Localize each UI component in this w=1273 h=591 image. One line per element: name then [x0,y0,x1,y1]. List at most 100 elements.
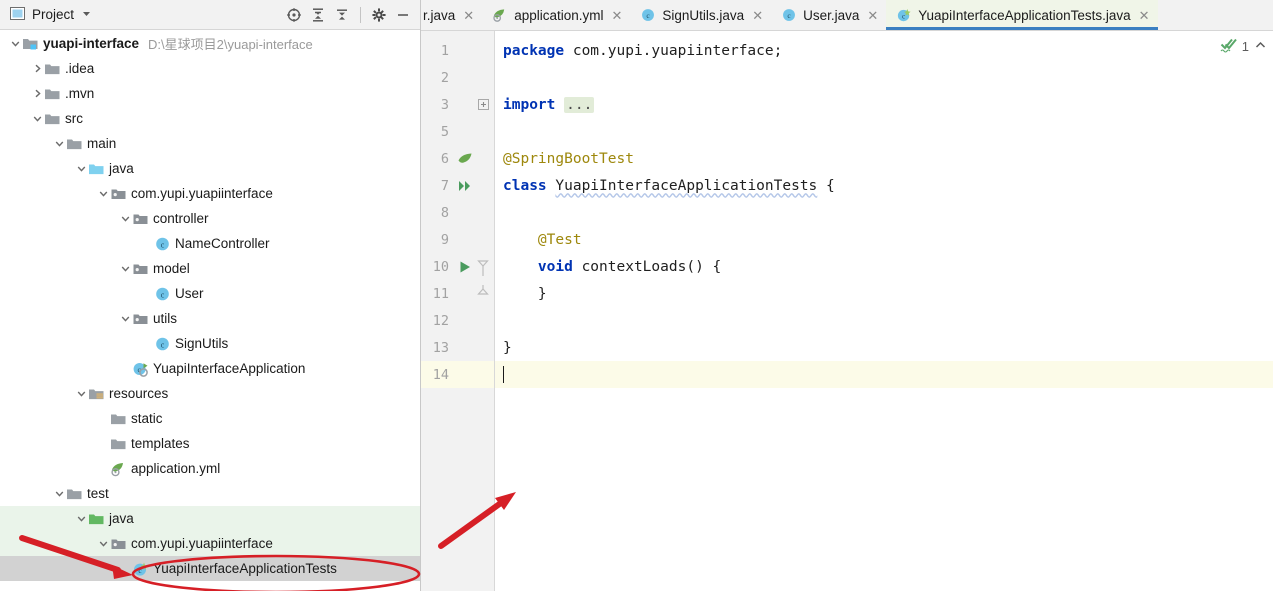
code-line-14[interactable] [495,361,1273,388]
tree-node-utils[interactable]: utils [0,306,420,331]
code-token: @Test [503,231,582,248]
chevron-down-icon[interactable] [52,487,66,501]
tree-node-label: User [175,286,204,301]
gutter-line-5[interactable]: 5 [421,118,494,145]
tree-node-com-yupi-yuapiinterface[interactable]: com.yupi.yuapiinterface [0,531,420,556]
tree-node-idea[interactable]: .idea [0,56,420,81]
close-icon[interactable]: ✕ [752,9,763,22]
chevron-up-icon[interactable] [1254,39,1267,55]
gutter-line-8[interactable]: 8 [421,199,494,226]
gutter-line-7[interactable]: 7 [421,172,494,199]
gutter-line-12[interactable]: 12 [421,307,494,334]
gutter-line-9[interactable]: 9 [421,226,494,253]
fold-region-end-icon[interactable] [476,284,490,303]
code-line-10[interactable]: void contextLoads() { [495,253,1273,280]
chevron-down-icon[interactable] [30,112,44,126]
tree-node-templates[interactable]: templates [0,431,420,456]
tree-node-label: model [153,261,190,276]
tree-node-src[interactable]: src [0,106,420,131]
gutter-line-3[interactable]: 3 [421,91,494,118]
tree-node-user[interactable]: c User [0,281,420,306]
chevron-down-icon[interactable] [96,187,110,201]
tree-node-static[interactable]: static [0,406,420,431]
gutter-line-2[interactable]: 2 [421,64,494,91]
gutter-line-11[interactable]: 11 [421,280,494,307]
gutter-line-14[interactable]: 14 [421,361,494,388]
chevron-right-icon[interactable] [30,87,44,101]
fold-expand-icon[interactable] [476,96,490,114]
tree-node-signutils[interactable]: c SignUtils [0,331,420,356]
tree-node-mvn[interactable]: .mvn [0,81,420,106]
tree-node-application-yml[interactable]: application.yml [0,456,420,481]
collapse-all-icon[interactable] [331,4,353,26]
close-icon[interactable]: ✕ [1139,9,1150,22]
gutter-line-6[interactable]: 6 [421,145,494,172]
run-test-icon[interactable] [455,258,475,276]
code-area[interactable]: 1 package com.yupi.yuapiinterface; import… [495,31,1273,591]
code-line-2[interactable] [495,64,1273,91]
tree-node-label: application.yml [131,461,221,476]
close-icon[interactable]: ✕ [611,9,622,22]
project-panel-title-group[interactable]: Project [10,6,92,24]
tree-node-com-yupi-yuapiinterface[interactable]: com.yupi.yuapiinterface [0,181,420,206]
locate-icon[interactable] [283,4,305,26]
tree-node-yuapi-interface[interactable]: yuapi-interface D:\星球项目2\yuapi-interface [0,31,420,56]
run-all-tests-icon[interactable] [455,177,475,195]
editor-tab-bar[interactable]: r.java ✕ application.yml ✕ c SignUtils.java ✕ c… [421,0,1273,31]
tree-node-java[interactable]: java [0,156,420,181]
code-line-1[interactable]: package com.yupi.yuapiinterface; [495,37,1273,64]
tree-node-main[interactable]: main [0,131,420,156]
tree-node-controller[interactable]: controller [0,206,420,231]
chevron-down-icon[interactable] [118,312,132,326]
chevron-down-icon[interactable] [118,212,132,226]
spring-leaf-icon[interactable] [455,150,475,168]
chevron-down-icon[interactable] [118,262,132,276]
editor-tab-application-yml[interactable]: application.yml ✕ [482,0,630,30]
tree-node-namecontroller[interactable]: c NameController [0,231,420,256]
tree-node-yuapiinterfaceapplication[interactable]: c YuapiInterfaceApplication [0,356,420,381]
chevron-right-icon[interactable] [30,62,44,76]
code-line-9[interactable]: @Test [495,226,1273,253]
test-class-icon: c [132,561,149,577]
chevron-down-icon[interactable] [8,37,22,51]
tree-node-model[interactable]: model [0,256,420,281]
editor-tab-yuapiinterfaceapplicationtests-java[interactable]: c YuapiInterfaceApplicationTests.java ✕ [886,0,1158,30]
tree-node-resources[interactable]: resources [0,381,420,406]
code-line-7[interactable]: class YuapiInterfaceApplicationTests { [495,172,1273,199]
code-line-13[interactable]: } [495,334,1273,361]
code-line-8[interactable] [495,199,1273,226]
tree-node-java[interactable]: java [0,506,420,531]
editor-gutter[interactable]: 1 2 3 5 6 7 8 9 10 11 12 13 14 [421,31,495,591]
close-icon[interactable]: ✕ [867,9,878,22]
fold-region-start-icon[interactable] [476,258,490,276]
project-tree[interactable]: yuapi-interface D:\星球项目2\yuapi-interface.… [0,30,420,591]
chevron-down-icon[interactable] [74,387,88,401]
minimize-icon[interactable] [392,4,414,26]
code-line-12[interactable] [495,307,1273,334]
tree-node-yuapiinterfaceapplicationtests[interactable]: c YuapiInterfaceApplicationTests [0,556,420,581]
chevron-down-icon[interactable] [52,137,66,151]
code-token: () { [686,258,722,275]
chevron-down-icon[interactable] [81,7,92,22]
chevron-down-icon[interactable] [74,512,88,526]
editor-tab-label: r.java [423,7,456,23]
editor-tab-r-java[interactable]: r.java ✕ [421,0,482,30]
gutter-line-13[interactable]: 13 [421,334,494,361]
settings-gear-icon[interactable] [368,4,390,26]
gutter-line-1[interactable]: 1 [421,37,494,64]
chevron-down-icon[interactable] [74,162,88,176]
code-line-5[interactable] [495,118,1273,145]
code-line-11[interactable]: } [495,280,1273,307]
tree-node-test[interactable]: test [0,481,420,506]
gutter-line-10[interactable]: 10 [421,253,494,280]
close-icon[interactable]: ✕ [463,9,474,22]
code-line-3[interactable]: import ... [495,91,1273,118]
svg-text:c: c [161,240,165,249]
expand-all-icon[interactable] [307,4,329,26]
editor-tab-user-java[interactable]: c User.java ✕ [771,0,886,30]
inspection-widget[interactable]: 1 [1220,37,1267,56]
project-panel-toolbar [283,4,414,26]
chevron-down-icon[interactable] [96,537,110,551]
code-line-6[interactable]: @SpringBootTest [495,145,1273,172]
editor-tab-signutils-java[interactable]: c SignUtils.java ✕ [630,0,771,30]
